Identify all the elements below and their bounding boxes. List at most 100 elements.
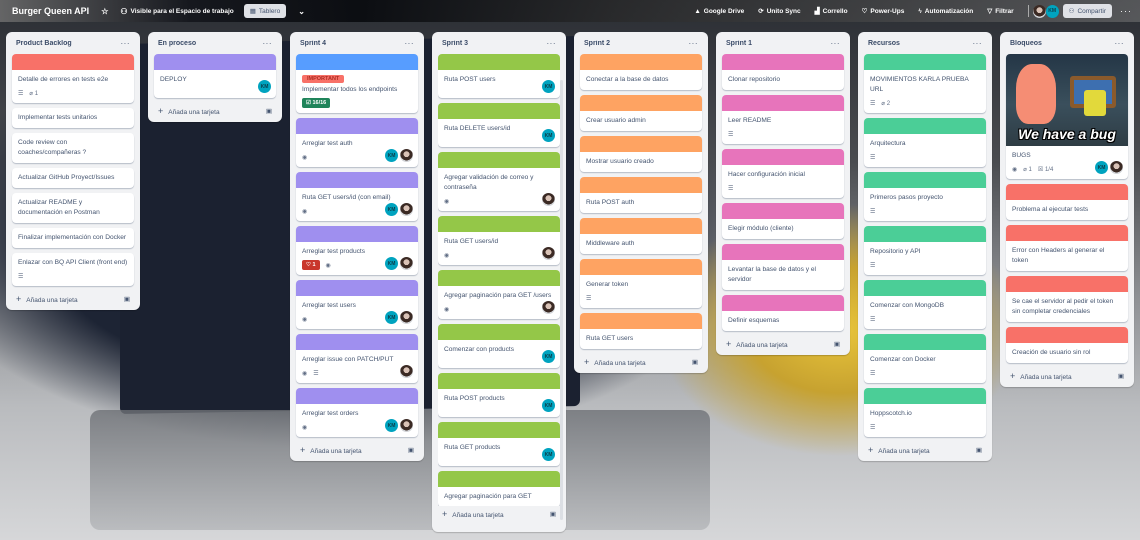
create-from-template-icon[interactable]: ▣ [1118,372,1124,380]
member-avatar-photo[interactable] [400,149,413,162]
member-avatar-photo[interactable] [542,193,555,206]
list-header[interactable]: En proceso ··· [154,32,276,54]
member-avatar-km[interactable]: KM [1095,161,1108,174]
create-from-template-icon[interactable]: ▣ [124,295,130,303]
list-menu-button[interactable]: ··· [1115,39,1125,48]
list-header[interactable]: Bloqueos ··· [1006,32,1128,54]
create-from-template-icon[interactable]: ▣ [408,446,414,454]
member-avatar-km[interactable]: KM [542,350,555,363]
card[interactable]: Finalizar implementación con Docker [12,228,134,248]
card[interactable]: Agregar paginación para GET /users ◉ [438,270,560,319]
member-avatar-km[interactable]: KM [542,129,555,142]
list-header[interactable]: Sprint 1 ··· [722,32,844,54]
add-card-button[interactable]: + Añada una tarjeta ▣ [864,442,986,455]
member-avatar-km[interactable]: KM [385,311,398,324]
add-card-button[interactable]: + Añada una tarjeta ▣ [722,336,844,349]
visibility-button[interactable]: ⚇ Visible para el Espacio de trabajo [120,7,233,16]
card[interactable]: Definir esquemas [722,295,844,331]
card[interactable]: Ruta POST auth [580,177,702,213]
member-avatar-km[interactable]: KM [385,149,398,162]
card[interactable]: Ruta POST products KM [438,373,560,417]
share-button[interactable]: ⚇ Compartir [1062,4,1112,18]
list-menu-button[interactable]: ··· [263,39,273,48]
card[interactable]: Creación de usuario sin rol [1006,327,1128,363]
member-avatar-km[interactable]: KM [258,80,271,93]
power-ups-button[interactable]: ♡ Power-Ups [862,7,905,16]
card[interactable]: Hoppscotch.io ☰ [864,388,986,437]
automation-button[interactable]: ϟ Automatización [918,8,973,15]
card[interactable]: Clonar repositorio [722,54,844,90]
card[interactable]: Arreglar test users ◉ KM [296,280,418,329]
card[interactable]: Actualizar GitHub Proyect/Issues [12,168,134,188]
list-header[interactable]: Sprint 2 ··· [580,32,702,54]
member-avatar-km[interactable]: KM [385,419,398,432]
member-avatar-km[interactable]: KM [542,80,555,93]
views-dropdown[interactable]: ⌄ [298,7,305,16]
card[interactable]: Conectar a la base de datos [580,54,702,90]
list-menu-button[interactable]: ··· [689,39,699,48]
list-title[interactable]: Product Backlog [16,40,72,47]
card[interactable]: Enlazar con BQ API Client (front end) ☰ [12,253,134,286]
list-title[interactable]: Sprint 1 [726,40,752,47]
card[interactable]: DEPLOY KM [154,54,276,98]
member-avatar-km[interactable]: KM [385,203,398,216]
card[interactable]: Ruta GET products KM [438,422,560,466]
board-title[interactable]: Burger Queen API [12,6,89,16]
list-title[interactable]: Bloqueos [1010,40,1042,47]
member-avatar-km[interactable]: KM [1045,4,1059,18]
powerup-google-drive[interactable]: ▲ Google Drive [694,8,744,15]
card[interactable]: Leer README ☰ [722,95,844,144]
card[interactable]: Problema al ejecutar tests [1006,184,1128,220]
member-avatar-km[interactable]: KM [542,399,555,412]
create-from-template-icon[interactable]: ▣ [266,107,272,115]
card[interactable]: Comenzar con MongoDB ☰ [864,280,986,329]
card[interactable]: Crear usuario admin [580,95,702,131]
add-card-button[interactable]: + Añada una tarjeta ▣ [1006,368,1128,381]
create-from-template-icon[interactable]: ▣ [692,358,698,366]
create-from-template-icon[interactable]: ▣ [550,510,556,518]
member-avatar-km[interactable]: KM [542,448,555,461]
add-card-button[interactable]: + Añada una tarjeta ▣ [296,442,418,455]
member-avatar-photo[interactable] [1032,4,1046,18]
list-title[interactable]: Sprint 2 [584,40,610,47]
card[interactable]: Arreglar test products ♡ 1 ◉ KM [296,226,418,275]
card[interactable]: Agregar validación de correo y contraseñ… [438,152,560,211]
list-header[interactable]: Product Backlog ··· [12,32,134,54]
list-menu-button[interactable]: ··· [121,39,131,48]
list-menu-button[interactable]: ··· [973,39,983,48]
card[interactable]: Repositorio y API ☰ [864,226,986,275]
card[interactable]: Arreglar test auth ◉ KM [296,118,418,167]
list-header[interactable]: Sprint 3 ··· [438,32,560,54]
card[interactable]: Mostrar usuario creado [580,136,702,172]
card[interactable]: Ruta POST users KM [438,54,560,98]
list-title[interactable]: En proceso [158,40,196,47]
card[interactable]: IMPORTANT Implementar todos los endpoints… [296,54,418,113]
list-header[interactable]: Recursos ··· [864,32,986,54]
member-avatar-photo[interactable] [400,419,413,432]
create-from-template-icon[interactable]: ▣ [976,446,982,454]
list-menu-button[interactable]: ··· [405,39,415,48]
card[interactable]: Arquitectura ☰ [864,118,986,167]
member-avatar-photo[interactable] [400,203,413,216]
member-avatar-photo[interactable] [400,311,413,324]
card[interactable]: Actualizar README y documentación en Pos… [12,193,134,223]
board-menu-button[interactable]: ··· [1120,6,1132,16]
card[interactable]: Comenzar con products KM [438,324,560,368]
member-avatar-photo[interactable] [1110,161,1123,174]
list-scrollbar[interactable] [560,80,563,520]
card[interactable]: Ruta DELETE users/id KM [438,103,560,147]
card-label[interactable]: IMPORTANT [302,75,345,83]
card[interactable]: Generar token ☰ [580,259,702,308]
card[interactable]: Primeros pasos proyecto ☰ [864,172,986,221]
member-avatar-photo[interactable] [400,365,413,378]
card[interactable]: Code review con coaches/compañeras ? [12,133,134,163]
card[interactable]: Arreglar issue con PATCH/PUT ◉ ☰ [296,334,418,383]
member-avatar-photo[interactable] [542,301,555,314]
card[interactable]: Ruta GET users [580,313,702,349]
powerup-corrello[interactable]: ▟ Corrello [815,7,848,16]
star-button[interactable]: ☆ [101,7,108,16]
member-avatar-photo[interactable] [400,257,413,270]
card[interactable]: Comenzar con Docker ☰ [864,334,986,383]
member-avatar-photo[interactable] [542,247,555,260]
list-title[interactable]: Sprint 3 [442,40,468,47]
